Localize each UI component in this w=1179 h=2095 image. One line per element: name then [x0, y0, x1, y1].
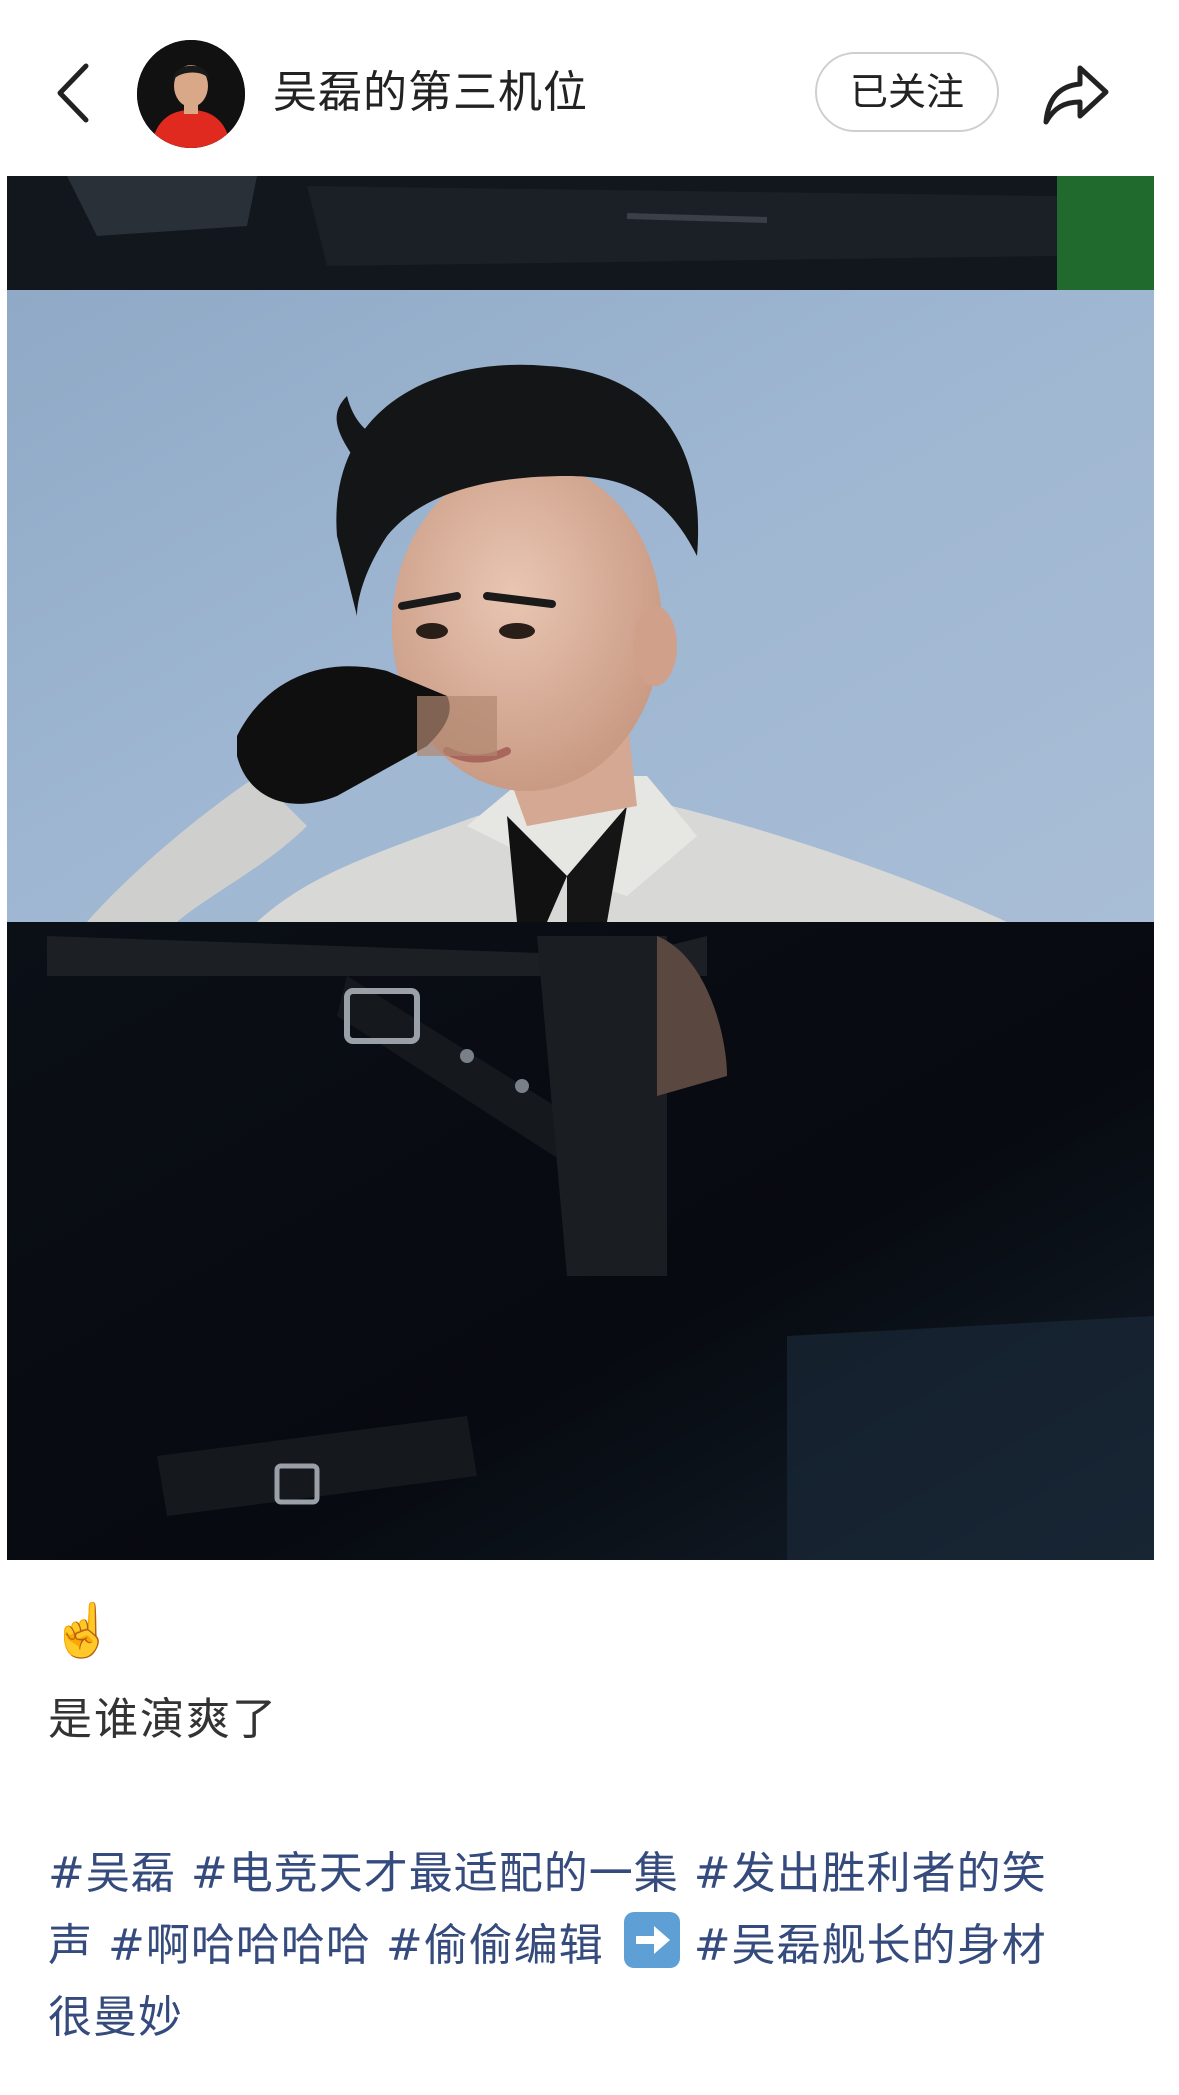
post-hashtags: #吴磊 #电竞天才最适配的一集 #发出胜利者的笑 声 #啊哈哈哈哈 #偷偷编辑 #…: [48, 1838, 1138, 2054]
right-arrow-icon: [623, 1912, 680, 1968]
hashtag-continuation[interactable]: 声: [48, 1920, 93, 1971]
back-button[interactable]: [48, 58, 98, 128]
hashtag[interactable]: #发出胜利者的笑: [694, 1848, 1047, 1899]
hashtag[interactable]: #吴磊: [48, 1848, 176, 1899]
hashtag[interactable]: #电竞天才最适配的一集: [191, 1848, 679, 1899]
hashtag[interactable]: #偷偷编辑: [386, 1920, 604, 1971]
hashtag[interactable]: #啊哈哈哈哈: [108, 1920, 371, 1971]
post-caption: 是谁演爽了: [48, 1694, 278, 1745]
pointing-up-emoji: ☝️: [50, 1601, 115, 1661]
hashtag[interactable]: #吴磊舰长的身材: [694, 1920, 1047, 1971]
post-header: 吴磊的第三机位 已关注: [0, 0, 1179, 180]
follow-button[interactable]: 已关注: [815, 52, 999, 132]
share-button[interactable]: [1040, 58, 1112, 130]
tags-line-2: 声 #啊哈哈哈哈 #偷偷编辑 #吴磊舰长的身材: [48, 1910, 1138, 1982]
author-name[interactable]: 吴磊的第三机位: [273, 62, 588, 124]
chevron-left-icon: [57, 63, 89, 123]
tags-line-3: 很曼妙: [48, 1982, 1138, 2054]
hashtag-continuation[interactable]: 很曼妙: [48, 1992, 183, 2043]
photo-collage: [7, 176, 1154, 1560]
share-icon: [1043, 65, 1109, 125]
author-avatar[interactable]: [137, 40, 245, 148]
tags-line-1: #吴磊 #电竞天才最适配的一集 #发出胜利者的笑: [48, 1838, 1138, 1910]
post-image-gallery[interactable]: [7, 176, 1154, 1560]
